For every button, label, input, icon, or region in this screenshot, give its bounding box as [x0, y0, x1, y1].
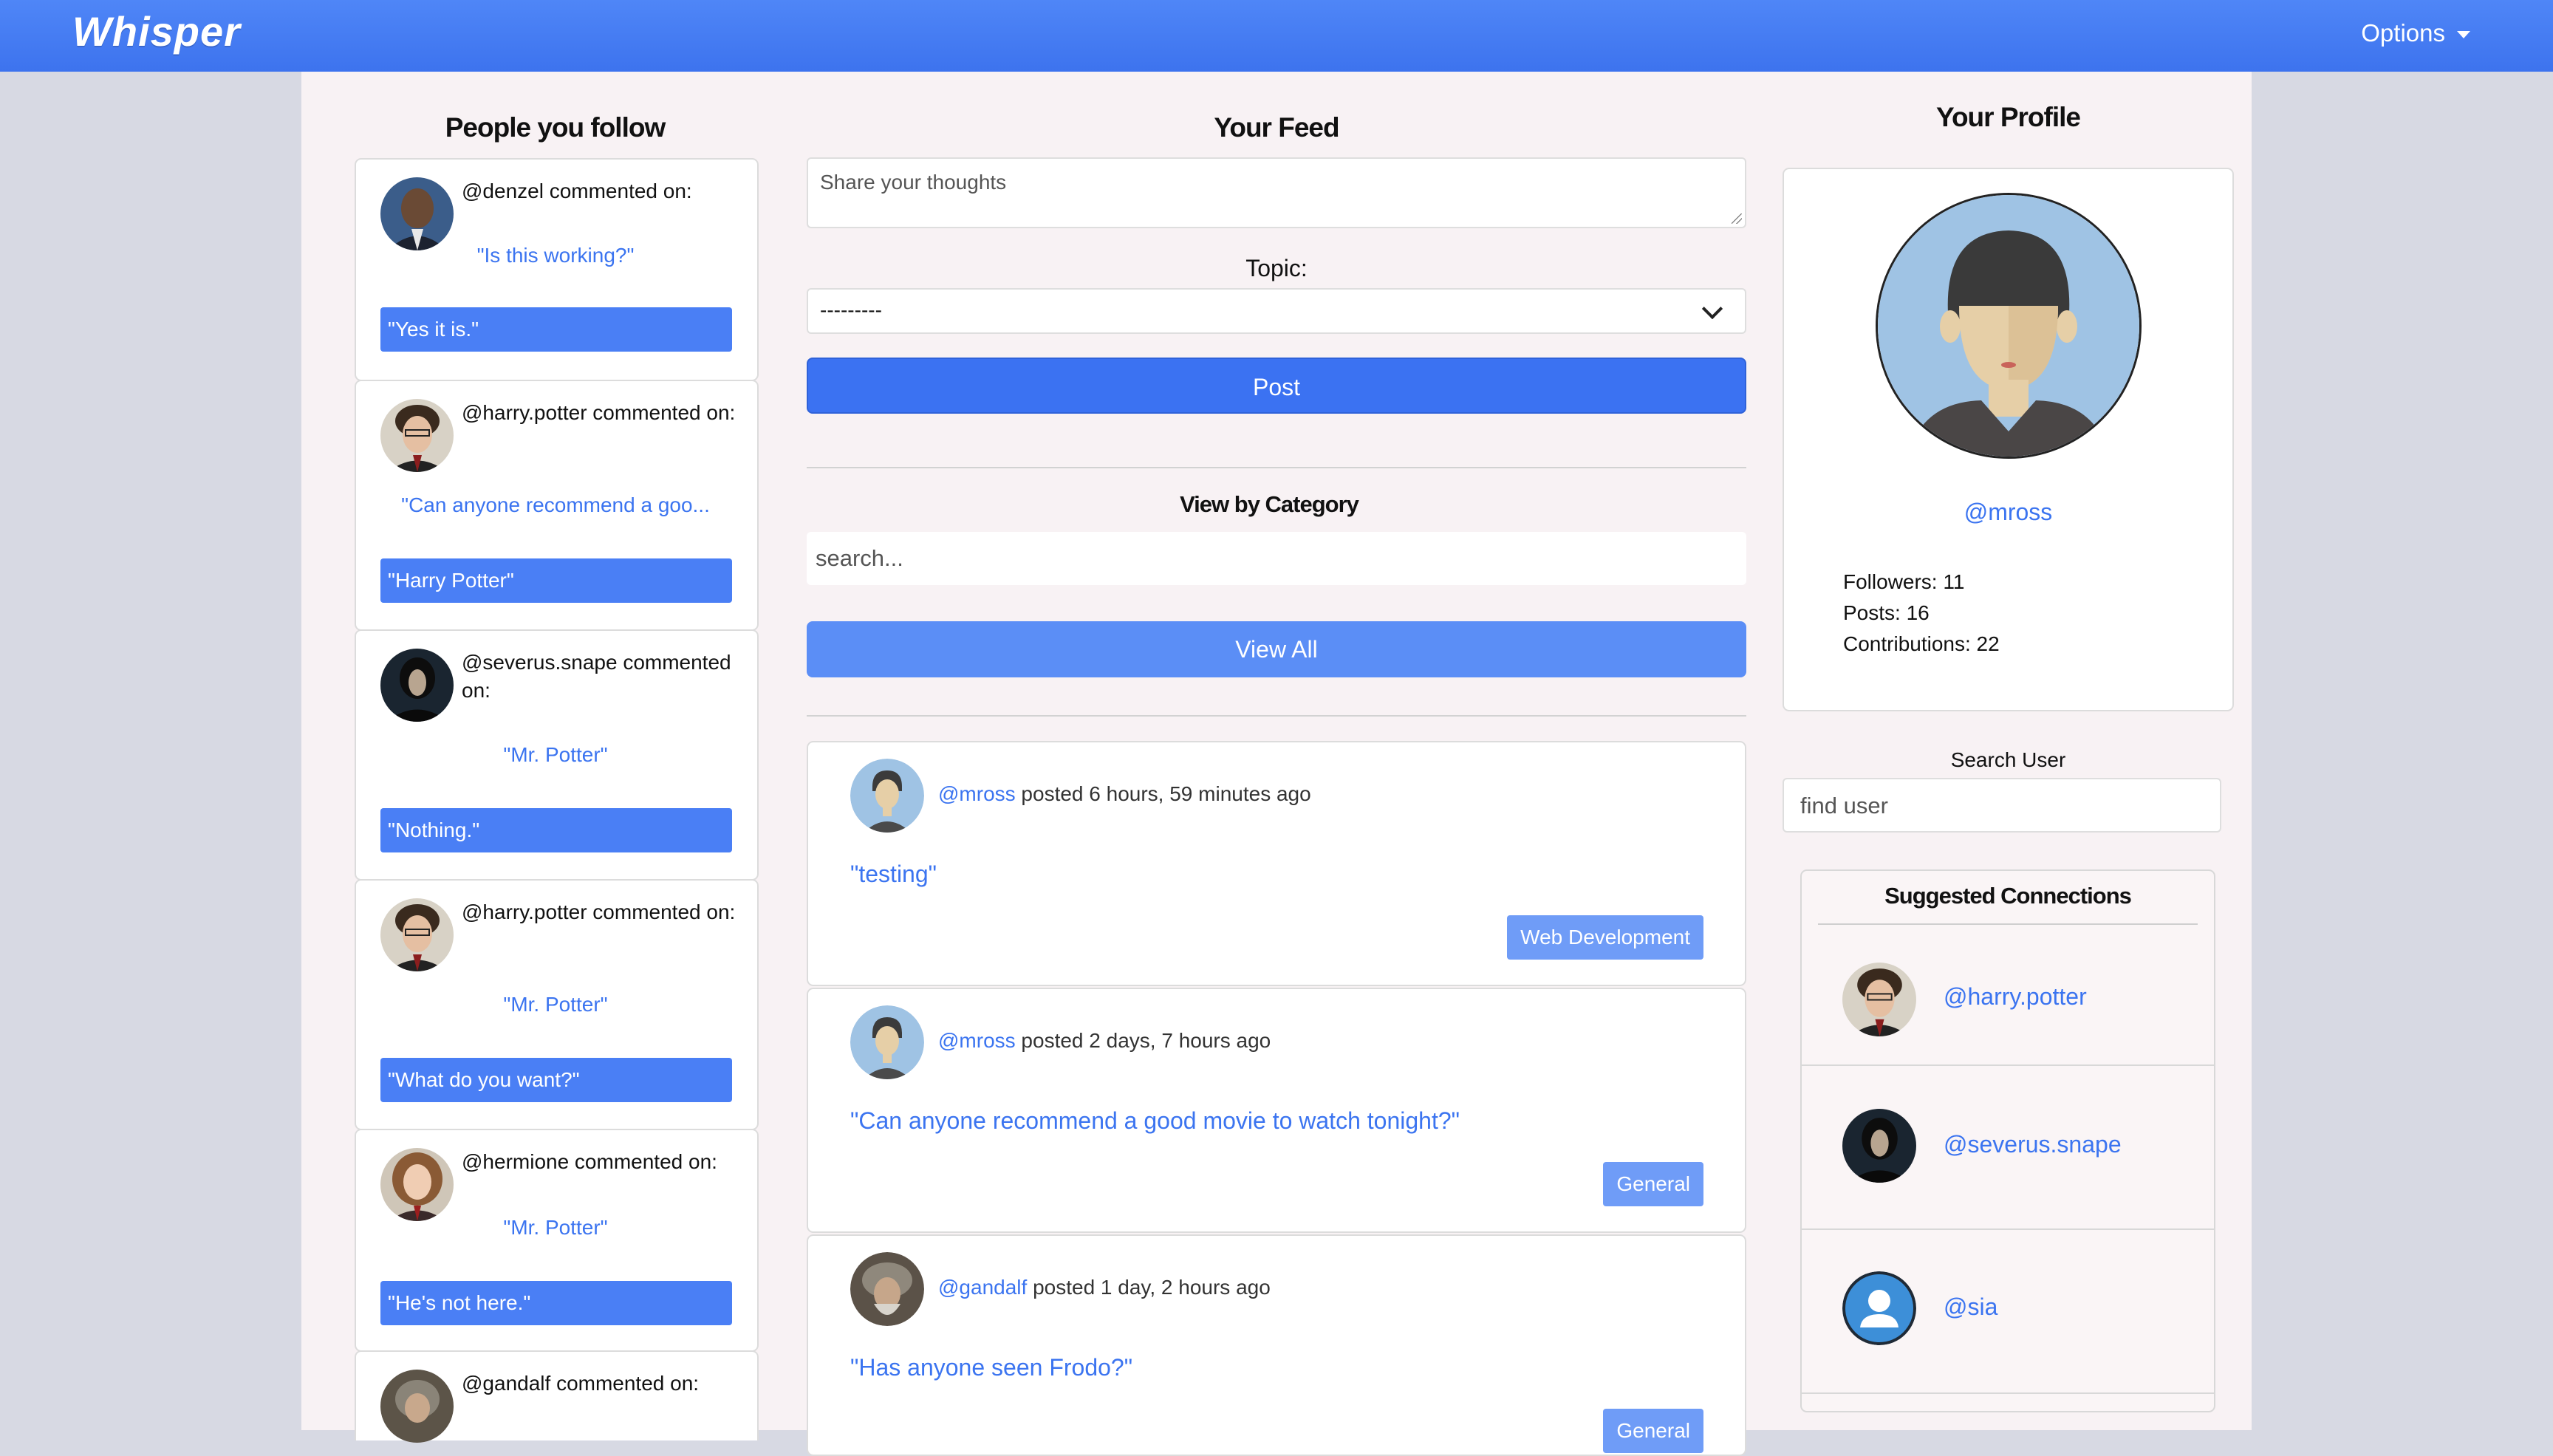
feed-post: @gandalf posted 1 day, 2 hours ago "Has …	[807, 1234, 1746, 1456]
comment-text: "He's not here."	[380, 1281, 732, 1325]
comment-text: "Yes it is."	[380, 307, 732, 352]
view-by-category-title: View by Category	[1180, 491, 1359, 517]
textarea-placeholder: Share your thoughts	[820, 171, 1007, 194]
comment-author: @harry.potter commented on:	[462, 900, 736, 923]
default-user-icon[interactable]	[1842, 1271, 1916, 1345]
feed-post: @mross posted 2 days, 7 hours ago "Can a…	[807, 988, 1746, 1233]
post-category-tag[interactable]: General	[1603, 1162, 1703, 1206]
user-avatar[interactable]	[1842, 963, 1916, 1036]
divider	[807, 715, 1746, 717]
follow-activity-card: @gandalf commented on:	[355, 1350, 759, 1443]
suggestion-handle[interactable]: @sia	[1944, 1293, 1997, 1321]
top-navbar: Whisper Options	[0, 0, 2553, 72]
options-dropdown[interactable]: Options	[2361, 19, 2470, 47]
post-time: posted 2 days, 7 hours ago	[1015, 1029, 1271, 1052]
follow-activity-card: @hermione commented on: "Mr. Potter" "He…	[355, 1129, 759, 1352]
post-author-link[interactable]: @mross	[938, 1029, 1016, 1052]
topic-selected-value: ---------	[820, 298, 882, 321]
suggested-connections-panel: Suggested Connections @harry.potter @sev…	[1800, 869, 2215, 1412]
divider	[1818, 923, 2198, 925]
comment-text: "What do you want?"	[380, 1058, 732, 1102]
user-avatar[interactable]	[1842, 1109, 1916, 1183]
user-avatar[interactable]	[380, 1370, 454, 1443]
share-thoughts-textarea[interactable]: Share your thoughts	[807, 157, 1746, 228]
user-avatar[interactable]	[380, 649, 454, 722]
user-avatar[interactable]	[380, 898, 454, 971]
followers-count: Followers: 11	[1843, 570, 1965, 593]
topic-select[interactable]: ---------	[807, 288, 1746, 334]
profile-stats: Followers: 11 Posts: 16 Contributions: 2…	[1843, 567, 2000, 660]
suggestion-item[interactable]: @sia	[1802, 1230, 2214, 1394]
user-avatar[interactable]	[850, 1252, 924, 1326]
user-avatar[interactable]	[380, 399, 454, 472]
post-text[interactable]: "Has anyone seen Frodo?"	[850, 1354, 1132, 1381]
follow-activity-card: @harry.potter commented on: "Mr. Potter"…	[355, 879, 759, 1130]
comment-text: "Nothing."	[380, 808, 732, 852]
comment-author: @denzel commented on:	[462, 180, 692, 202]
comment-author: @gandalf commented on:	[462, 1372, 700, 1395]
post-text[interactable]: "Can anyone recommend a good movie to wa…	[850, 1107, 1460, 1135]
post-category-tag[interactable]: General	[1603, 1409, 1703, 1453]
suggestion-handle[interactable]: @harry.potter	[1944, 983, 2087, 1011]
options-label: Options	[2361, 19, 2445, 47]
follow-activity-card: @severus.snape commented on: "Mr. Potter…	[355, 629, 759, 881]
follow-activity-card: @denzel commented on: "Is this working?"…	[355, 158, 759, 381]
follow-activity-card: @harry.potter commented on: "Can anyone …	[355, 380, 759, 631]
suggestion-item[interactable]: @severus.snape	[1802, 1066, 2214, 1230]
post-meta: @mross posted 2 days, 7 hours ago	[938, 1029, 1271, 1053]
comment-author: @harry.potter commented on:	[462, 401, 736, 424]
post-time: posted 1 day, 2 hours ago	[1027, 1276, 1271, 1299]
post-category-tag[interactable]: Web Development	[1507, 915, 1703, 960]
post-text[interactable]: "testing"	[850, 861, 937, 888]
chevron-down-icon	[1701, 298, 1723, 320]
user-avatar[interactable]	[380, 1148, 454, 1221]
post-author-link[interactable]: @gandalf	[938, 1276, 1027, 1299]
view-all-button[interactable]: View All	[807, 621, 1746, 677]
posts-count: Posts: 16	[1843, 601, 1930, 624]
people-you-follow-title: People you follow	[445, 112, 666, 143]
category-search-input[interactable]: search...	[807, 532, 1746, 585]
topic-label: Topic:	[1245, 255, 1308, 281]
comment-author: @hermione commented on:	[462, 1150, 717, 1173]
commented-post-quote[interactable]: "Mr. Potter"	[386, 743, 725, 767]
commented-post-quote[interactable]: "Is this working?"	[386, 244, 725, 267]
feed-post: @mross posted 6 hours, 59 minutes ago "t…	[807, 741, 1746, 986]
contributions-count: Contributions: 22	[1843, 632, 2000, 655]
commented-post-quote[interactable]: "Mr. Potter"	[386, 993, 725, 1016]
your-profile-title: Your Profile	[1936, 102, 2081, 132]
your-feed-title: Your Feed	[1214, 112, 1339, 143]
post-meta: @mross posted 6 hours, 59 minutes ago	[938, 782, 1311, 806]
post-author-link[interactable]: @mross	[938, 782, 1016, 805]
commented-post-quote[interactable]: "Mr. Potter"	[386, 1216, 725, 1240]
divider	[807, 467, 1746, 468]
post-button[interactable]: Post	[807, 358, 1746, 414]
search-user-label: Search User	[1950, 748, 2066, 771]
brand-logo[interactable]: Whisper	[72, 7, 241, 55]
find-user-input[interactable]: find user	[1783, 778, 2221, 833]
profile-card: @mross Followers: 11 Posts: 16 Contribut…	[1783, 168, 2234, 711]
comment-author: @severus.snape commented on:	[462, 651, 731, 702]
user-avatar[interactable]	[850, 1005, 924, 1079]
commented-post-quote[interactable]: "Can anyone recommend a goo...	[386, 493, 725, 517]
user-avatar[interactable]	[850, 759, 924, 833]
profile-handle[interactable]: @mross	[1784, 499, 2232, 526]
user-avatar[interactable]	[380, 177, 454, 250]
resize-handle-icon[interactable]	[1732, 213, 1742, 224]
suggestion-handle[interactable]: @severus.snape	[1944, 1131, 2122, 1158]
profile-avatar[interactable]	[1876, 193, 2142, 459]
caret-down-icon	[2457, 31, 2470, 39]
suggested-connections-title: Suggested Connections	[1884, 883, 2132, 909]
divider	[1802, 1392, 2214, 1394]
comment-text: "Harry Potter"	[380, 558, 732, 603]
post-time: posted 6 hours, 59 minutes ago	[1015, 782, 1311, 805]
post-meta: @gandalf posted 1 day, 2 hours ago	[938, 1276, 1271, 1299]
